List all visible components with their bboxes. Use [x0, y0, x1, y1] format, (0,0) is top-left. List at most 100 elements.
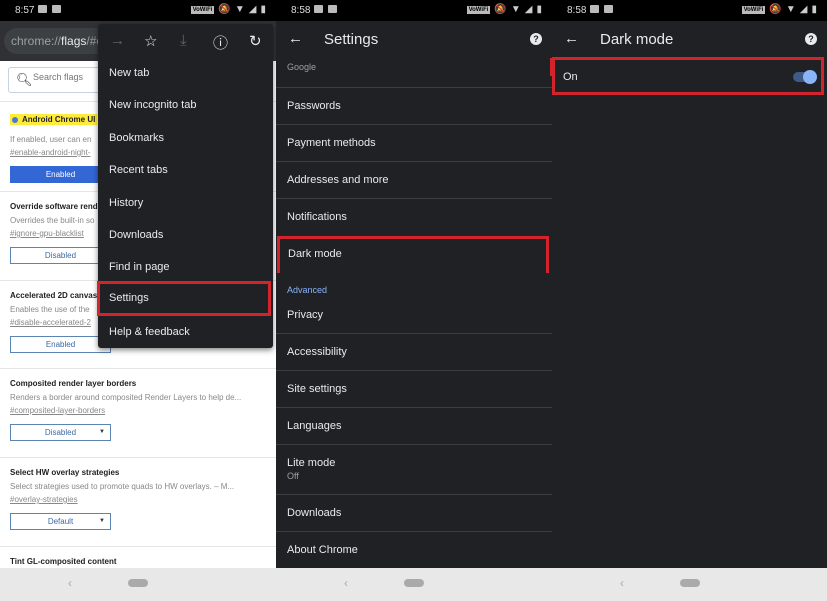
status-bar: 8:57 VoWiFi 🔕 ▼ ◢ ▮	[0, 0, 276, 21]
flags-panel: 8:57 VoWiFi 🔕 ▼ ◢ ▮ chrome://flags/#e 🔍︎…	[0, 0, 276, 601]
toggle-label: On	[563, 71, 578, 83]
notification-icon	[38, 5, 47, 13]
flag-anchor-link[interactable]: #overlay-strategies	[10, 495, 266, 504]
image-icon	[604, 5, 613, 13]
vowifi-icon: VoWiFi	[741, 5, 766, 14]
menu-item-bookmarks[interactable]: Bookmarks	[98, 122, 273, 154]
dark-mode-panel: 8:58 VoWiFi 🔕 ▼ ◢ ▮ ← Dark mode ? On ‹	[552, 0, 827, 601]
flag-desc: Renders a border around composited Rende…	[10, 393, 242, 402]
overflow-menu: → ☆ ⤓ ⓘ ↻ New tab New incognito tab Book…	[97, 24, 273, 348]
signal-icon: ◢	[524, 4, 533, 15]
nav-bar: ‹	[0, 568, 276, 601]
settings-item-site-settings[interactable]: Site settings	[276, 371, 552, 408]
flag-item: Select HW overlay strategies Select stra…	[10, 468, 266, 530]
flag-title: Android Chrome UI	[10, 114, 98, 125]
settings-item-passwords[interactable]: Passwords	[276, 88, 552, 125]
info-icon[interactable]: ⓘ	[213, 32, 228, 53]
status-bar: 8:58 VoWiFi 🔕 ▼ ◢ ▮	[276, 0, 552, 21]
menu-item-help-feedback[interactable]: Help & feedback	[98, 316, 273, 348]
notification-icon	[590, 5, 599, 13]
menu-item-downloads[interactable]: Downloads	[98, 219, 273, 251]
nav-bar: ‹	[276, 568, 552, 601]
back-arrow-icon[interactable]: ←	[564, 30, 579, 47]
settings-item-payment-methods[interactable]: Payment methods	[276, 125, 552, 162]
nav-home-pill[interactable]	[404, 579, 424, 587]
flag-item: Composited render layer borders Renders …	[10, 379, 266, 441]
app-bar: ← Settings ?	[276, 21, 552, 59]
mute-icon: 🔕	[769, 4, 782, 15]
settings-item-privacy[interactable]: Privacy	[276, 297, 552, 334]
battery-icon: ▮	[811, 4, 817, 15]
dark-mode-toggle-row[interactable]: On	[552, 57, 824, 95]
caret-down-icon: ▼	[99, 518, 105, 524]
flag-desc: Select strategies used to promote quads …	[10, 482, 235, 491]
settings-item-notifications[interactable]: Notifications	[276, 199, 552, 236]
flag-select[interactable]: Default ▼	[10, 513, 111, 530]
wifi-icon: ▼	[234, 4, 245, 15]
settings-item-languages[interactable]: Languages	[276, 408, 552, 445]
vowifi-icon: VoWiFi	[190, 5, 215, 14]
switch-knob	[803, 70, 817, 84]
nav-home-pill[interactable]	[128, 579, 148, 587]
dark-mode-switch[interactable]	[793, 70, 817, 84]
help-icon[interactable]: ?	[805, 33, 817, 45]
flag-select[interactable]: Enabled	[10, 166, 111, 183]
refresh-icon[interactable]: ↻	[249, 32, 262, 50]
flag-select[interactable]: Disabled	[10, 247, 111, 264]
menu-item-history[interactable]: History	[98, 187, 273, 219]
status-time: 8:57	[15, 5, 35, 16]
mute-icon: 🔕	[218, 4, 231, 15]
menu-item-new-tab[interactable]: New tab	[98, 57, 273, 89]
battery-icon: ▮	[260, 4, 266, 15]
menu-icon-row: → ☆ ⤓ ⓘ ↻	[98, 24, 273, 60]
menu-item-settings[interactable]: Settings	[97, 281, 271, 316]
settings-item-dark-mode[interactable]: Dark mode	[277, 236, 549, 273]
battery-icon: ▮	[536, 4, 542, 15]
caret-down-icon: ▼	[99, 429, 105, 435]
settings-item-about-chrome[interactable]: About Chrome	[276, 532, 552, 568]
nav-home-pill[interactable]	[680, 579, 700, 587]
flag-title: Composited render layer borders	[10, 379, 137, 388]
settings-item-lite-mode[interactable]: Lite mode Off	[276, 445, 552, 495]
nav-bar: ‹	[552, 568, 827, 601]
flag-title: Tint GL-composited content	[10, 557, 117, 566]
settings-item-downloads[interactable]: Downloads	[276, 495, 552, 532]
nav-back-icon[interactable]: ‹	[68, 576, 72, 590]
status-bar: 8:58 VoWiFi 🔕 ▼ ◢ ▮	[552, 0, 827, 21]
settings-item-addresses[interactable]: Addresses and more	[276, 162, 552, 199]
help-icon[interactable]: ?	[530, 33, 542, 45]
star-icon[interactable]: ☆	[144, 32, 157, 50]
page-title: Settings	[324, 31, 379, 48]
vowifi-icon: VoWiFi	[466, 5, 491, 14]
status-time: 8:58	[291, 5, 311, 16]
flag-title: Select HW overlay strategies	[10, 468, 120, 477]
settings-item-search-engine[interactable]: Search engine Google	[276, 59, 552, 88]
download-icon[interactable]: ⤓	[180, 32, 187, 49]
signal-icon: ◢	[248, 4, 257, 15]
status-time: 8:58	[567, 5, 587, 16]
page-title: Dark mode	[600, 31, 674, 48]
nav-back-icon[interactable]: ‹	[344, 576, 348, 590]
menu-item-recent-tabs[interactable]: Recent tabs	[98, 154, 273, 186]
flag-select[interactable]: Disabled ▼	[10, 424, 111, 441]
image-icon	[52, 5, 61, 13]
wifi-icon: ▼	[785, 4, 796, 15]
flag-anchor-link[interactable]: #composited-layer-borders	[10, 406, 266, 415]
settings-panel: 8:58 VoWiFi 🔕 ▼ ◢ ▮ ← Settings ? Search …	[276, 0, 552, 601]
menu-item-find-in-page[interactable]: Find in page	[98, 251, 273, 283]
search-icon: 🔍︎	[16, 72, 33, 87]
menu-item-new-incognito-tab[interactable]: New incognito tab	[98, 89, 273, 121]
flag-select[interactable]: Enabled▼	[10, 336, 111, 353]
notification-icon	[314, 5, 323, 13]
flag-item: Tint GL-composited content	[10, 557, 266, 566]
section-header-advanced: Advanced	[287, 285, 328, 295]
wifi-icon: ▼	[510, 4, 521, 15]
signal-icon: ◢	[799, 4, 808, 15]
mute-icon: 🔕	[494, 4, 507, 15]
app-bar: ← Dark mode ?	[552, 21, 827, 59]
nav-back-icon[interactable]: ‹	[620, 576, 624, 590]
settings-list: Search engine Google Passwords Payment m…	[276, 59, 552, 568]
settings-item-accessibility[interactable]: Accessibility	[276, 334, 552, 371]
forward-icon[interactable]: →	[110, 32, 125, 49]
back-arrow-icon[interactable]: ←	[288, 30, 303, 47]
